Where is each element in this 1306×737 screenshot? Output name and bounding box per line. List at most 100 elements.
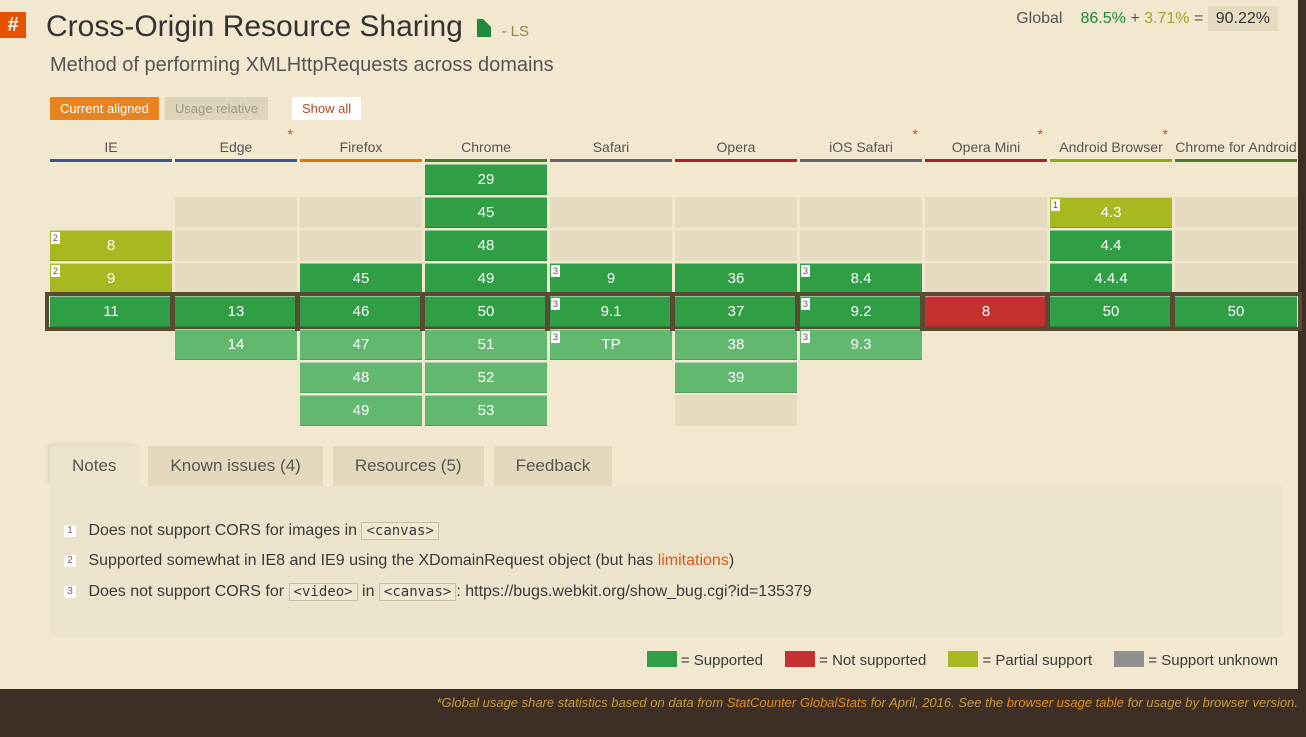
browser-header-safari[interactable]: Safari [550, 128, 672, 162]
browser-header-firefox[interactable]: Firefox [300, 128, 422, 162]
version-cell[interactable]: 14 [175, 329, 297, 360]
slot-omini-2 [925, 230, 1047, 261]
slot-edge-0 [175, 164, 297, 195]
slot-ie-5 [50, 329, 172, 360]
version-cell[interactable]: 4.4 [1050, 230, 1172, 261]
swatch-supported [647, 651, 677, 667]
global-total-pct: 90.22% [1208, 6, 1278, 31]
global-supported-pct: 86.5% [1080, 10, 1125, 27]
browser-header-android[interactable]: Android Browser* [1050, 128, 1172, 162]
version-cell[interactable]: 92 [50, 263, 172, 294]
slot-firefox-3: 45 [300, 263, 422, 294]
slot-safari-0 [550, 164, 672, 195]
version-cell[interactable]: 9.23 [800, 296, 922, 327]
browser-header-chand[interactable]: Chrome for Android [1175, 128, 1297, 162]
slot-android-7 [1050, 395, 1172, 426]
permalink-hash[interactable]: # [0, 12, 26, 38]
slot-chrome-2: 48 [425, 230, 547, 261]
version-cell[interactable]: 29 [425, 164, 547, 195]
version-cell[interactable]: 4.4.4 [1050, 263, 1172, 294]
slot-ie-6 [50, 362, 172, 393]
slot-android-0 [1050, 164, 1172, 195]
support-matrix: IEEdge*FirefoxChromeSafariOperaiOS Safar… [50, 128, 1282, 426]
slot-chrome-1: 45 [425, 197, 547, 228]
browser-header-ios[interactable]: iOS Safari* [800, 128, 922, 162]
slot-opera-3: 36 [675, 263, 797, 294]
version-cell[interactable]: 4.31 [1050, 197, 1172, 228]
slot-opera-7 [675, 395, 797, 426]
version-cell[interactable]: 9.33 [800, 329, 922, 360]
browser-header-edge[interactable]: Edge* [175, 128, 297, 162]
spec-status: - LS [502, 23, 530, 40]
version-cell[interactable]: 50 [425, 296, 547, 327]
version-cell[interactable]: 50 [1175, 296, 1297, 327]
browser-header-omini[interactable]: Opera Mini* [925, 128, 1047, 162]
global-usage: Global 86.5% + 3.71% = 90.22% [1016, 10, 1278, 28]
slot-col-ie: 829211 [50, 162, 172, 426]
slot-edge-5: 14 [175, 329, 297, 360]
slot-omini-0 [925, 164, 1047, 195]
version-cell[interactable]: 9.13 [550, 296, 672, 327]
slot-ios-0 [800, 164, 922, 195]
slot-ie-4: 11 [50, 296, 172, 327]
btn-usage-relative[interactable]: Usage relative [165, 97, 268, 120]
version-cell[interactable]: 46 [300, 296, 422, 327]
legend: = Supported = Not supported = Partial su… [0, 637, 1298, 669]
slot-safari-4: 9.13 [550, 296, 672, 327]
slot-omini-6 [925, 362, 1047, 393]
slot-safari-1 [550, 197, 672, 228]
slot-firefox-1 [300, 197, 422, 228]
version-cell[interactable]: 36 [675, 263, 797, 294]
code-video: <video> [289, 583, 358, 601]
tab-known-issues[interactable]: Known issues (4) [148, 446, 322, 486]
spec-file-icon [477, 19, 491, 37]
slot-safari-6 [550, 362, 672, 393]
browser-header-opera[interactable]: Opera [675, 128, 797, 162]
version-cell[interactable]: 49 [300, 395, 422, 426]
statcounter-link[interactable]: StatCounter GlobalStats [727, 695, 867, 710]
version-cell[interactable]: 38 [675, 329, 797, 360]
version-cell[interactable]: 39 [675, 362, 797, 393]
version-cell[interactable]: 52 [425, 362, 547, 393]
browser-usage-link[interactable]: browser usage table [1007, 695, 1124, 710]
browser-col-chand: Chrome for Android [1175, 128, 1297, 162]
version-cell[interactable]: 11 [50, 296, 172, 327]
version-cell[interactable]: 93 [550, 263, 672, 294]
version-cell[interactable]: 45 [425, 197, 547, 228]
tab-notes[interactable]: Notes [50, 446, 138, 486]
version-cell[interactable]: 51 [425, 329, 547, 360]
note-1: 1 Does not support CORS for images in <c… [64, 516, 1268, 546]
note-ref-2: 2 [51, 265, 60, 277]
swatch-not-supported [785, 651, 815, 667]
tab-feedback[interactable]: Feedback [494, 446, 613, 486]
browser-header-chrome[interactable]: Chrome [425, 128, 547, 162]
version-cell[interactable]: 13 [175, 296, 297, 327]
version-cell[interactable]: 49 [425, 263, 547, 294]
version-cell[interactable]: 8 [925, 296, 1047, 327]
version-cell[interactable]: TP3 [550, 329, 672, 360]
slot-chand-1 [1175, 197, 1297, 228]
tab-resources[interactable]: Resources (5) [333, 446, 484, 486]
version-cell[interactable]: 48 [300, 362, 422, 393]
slot-chrome-7: 53 [425, 395, 547, 426]
limitations-link[interactable]: limitations [658, 552, 729, 569]
slot-chand-7 [1175, 395, 1297, 426]
version-cell[interactable]: 8.43 [800, 263, 922, 294]
notes-panel: 1 Does not support CORS for images in <c… [50, 486, 1282, 637]
version-cell[interactable]: 50 [1050, 296, 1172, 327]
btn-show-all[interactable]: Show all [292, 97, 361, 120]
slot-firefox-0 [300, 164, 422, 195]
browser-header-ie[interactable]: IE [50, 128, 172, 162]
btn-current-aligned[interactable]: Current aligned [50, 97, 159, 120]
note-ref-3: 3 [551, 265, 560, 277]
slot-edge-4: 13 [175, 296, 297, 327]
note-ref-2: 2 [51, 232, 60, 244]
slot-ios-2 [800, 230, 922, 261]
version-cell[interactable]: 53 [425, 395, 547, 426]
version-cell[interactable]: 45 [300, 263, 422, 294]
slot-safari-5: TP3 [550, 329, 672, 360]
version-cell[interactable]: 37 [675, 296, 797, 327]
version-cell[interactable]: 82 [50, 230, 172, 261]
version-cell[interactable]: 47 [300, 329, 422, 360]
version-cell[interactable]: 48 [425, 230, 547, 261]
